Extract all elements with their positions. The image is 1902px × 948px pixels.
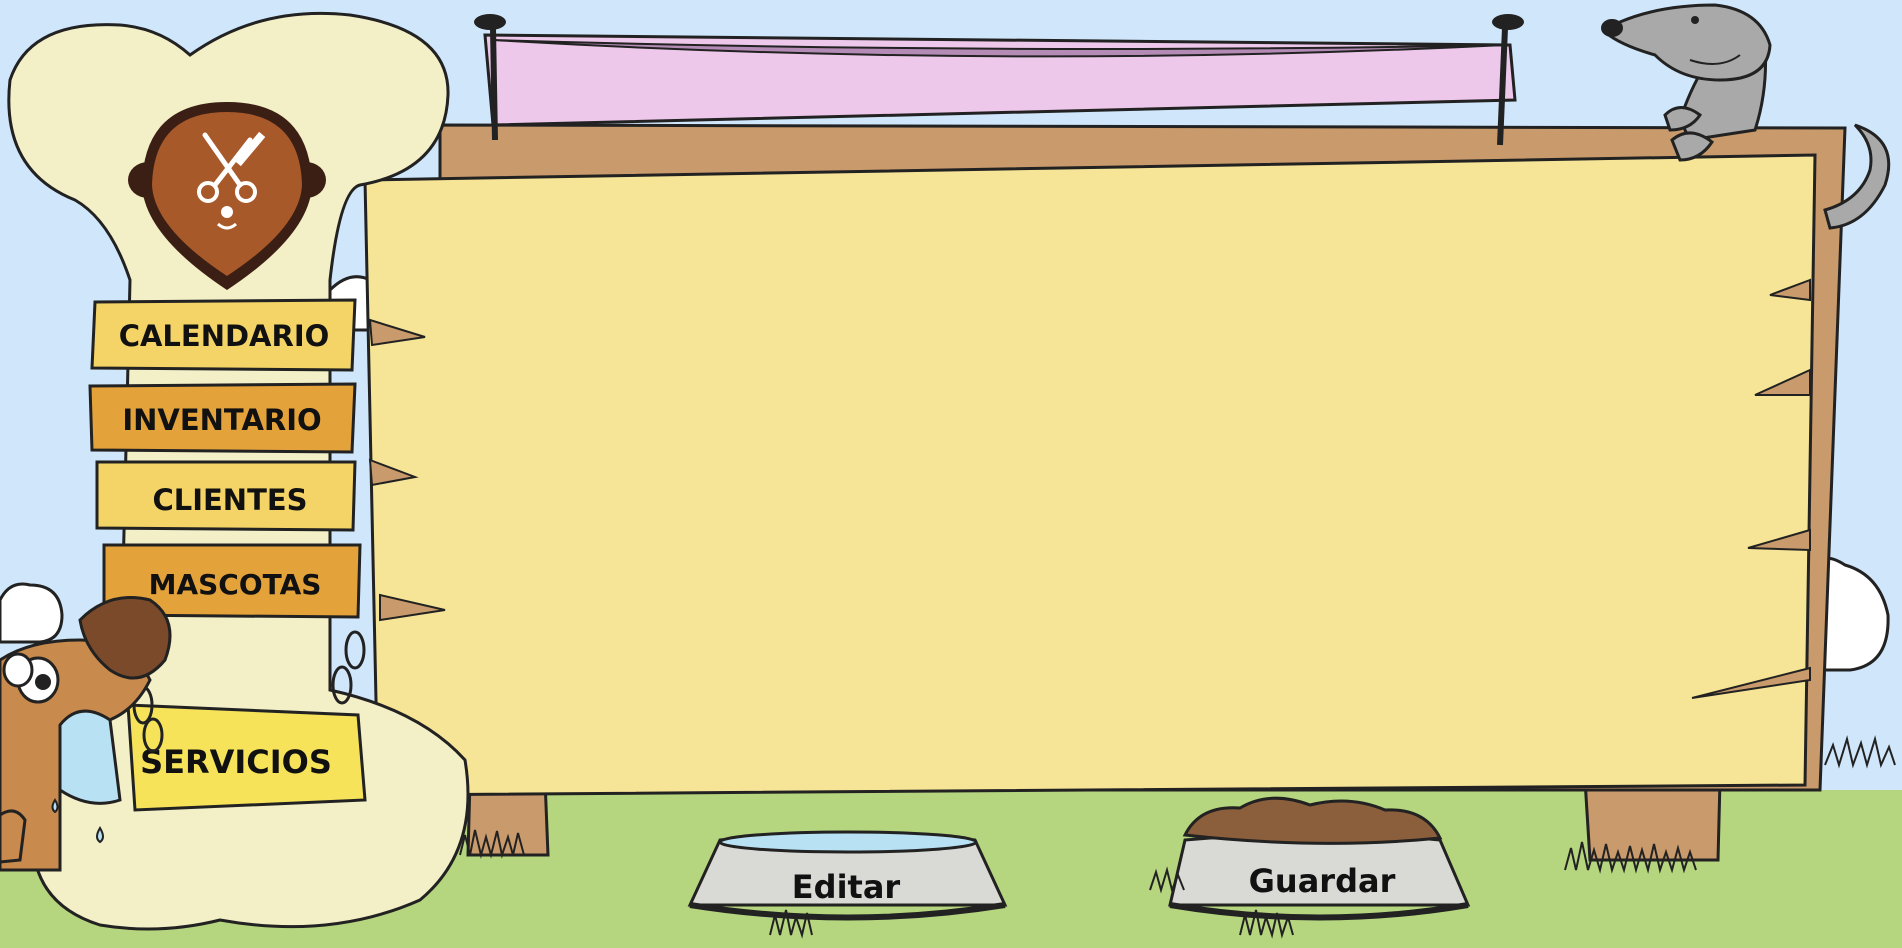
- nav-button-calendario[interactable]: CALENDARIO: [90, 298, 357, 372]
- content-board: [363, 123, 1847, 797]
- app-root: CALENDARIO INVENTARIO CLIENTES MASCOTAS …: [0, 0, 1902, 948]
- edit-button-label: Editar: [792, 868, 901, 906]
- nav-button-label: CALENDARIO: [119, 319, 330, 353]
- save-button-label: Guardar: [1249, 862, 1396, 900]
- nav-button-clientes[interactable]: CLIENTES: [95, 460, 357, 532]
- cloud-left: [0, 582, 64, 644]
- nav-button-label: MASCOTAS: [149, 568, 322, 601]
- content-panel: [363, 153, 1817, 797]
- scene: CALENDARIO INVENTARIO CLIENTES MASCOTAS …: [0, 0, 1902, 948]
- nav-button-label: CLIENTES: [152, 483, 307, 517]
- nav-button-inventario[interactable]: INVENTARIO: [88, 382, 357, 454]
- nav-button-servicios[interactable]: SERVICIOS: [126, 703, 367, 812]
- nav-button-label: INVENTARIO: [122, 403, 321, 437]
- nav-button-label: SERVICIOS: [140, 743, 332, 781]
